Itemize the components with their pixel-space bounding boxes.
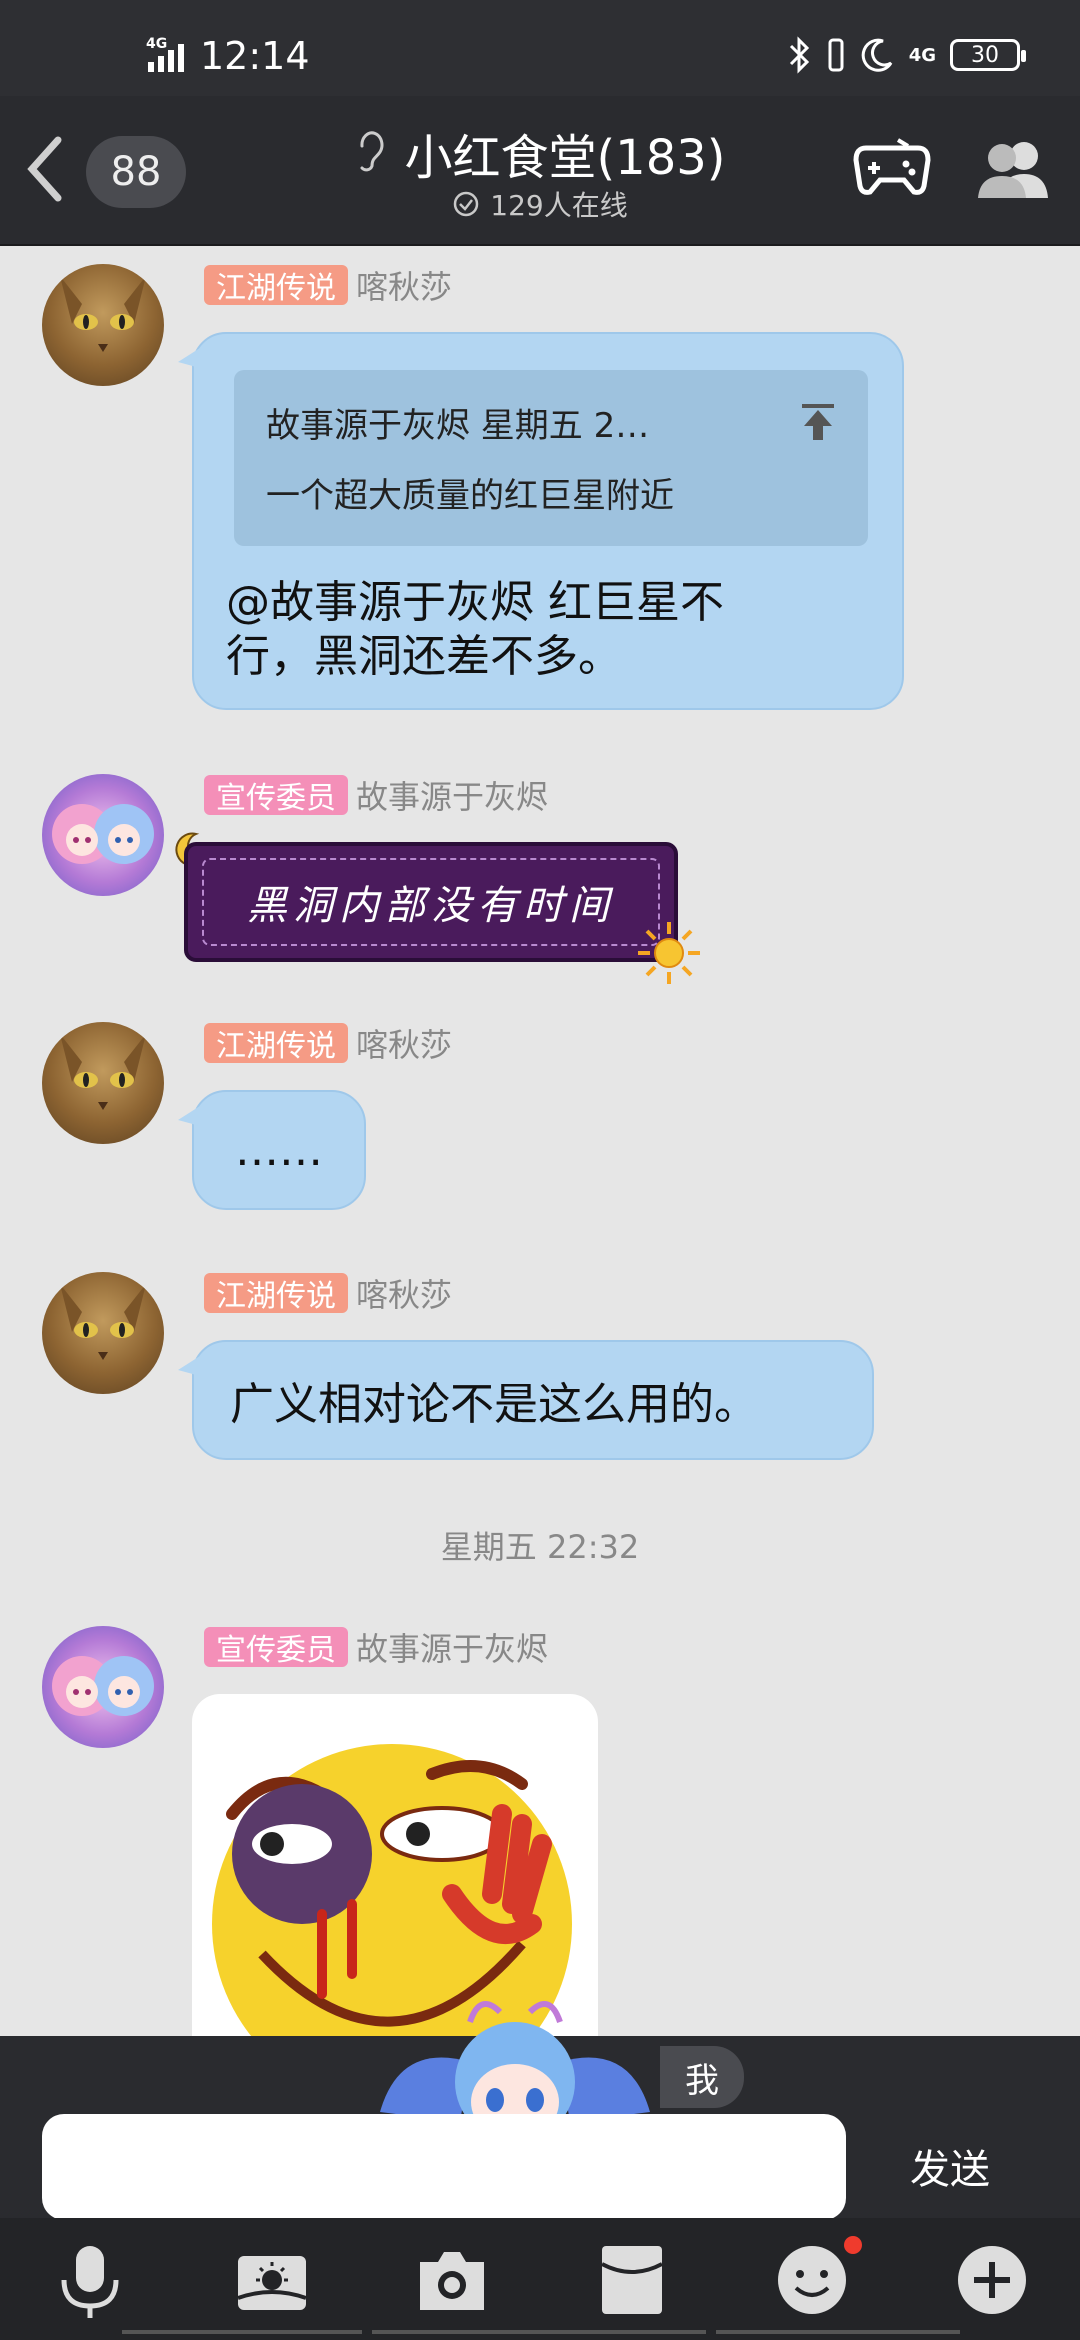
gamepad-icon[interactable]	[852, 134, 932, 200]
message-text: 广义相对论不是这么用的。	[230, 1379, 758, 1430]
input-toolbar	[0, 2218, 1080, 2340]
me-label-text: 我	[685, 2060, 719, 2101]
member-title-tag: 江湖传说	[204, 1023, 348, 1064]
battery-icon: 30	[950, 39, 1026, 71]
nav-indicator	[122, 2330, 362, 2334]
plus-icon[interactable]	[952, 2240, 1032, 2320]
me-label: 我	[660, 2046, 744, 2108]
cat-avatar-image	[60, 1034, 146, 1110]
anime-avatar-image	[52, 1656, 154, 1716]
avatar-gushiyuanyuhuijin[interactable]	[42, 1626, 164, 1748]
sender-name[interactable]: 喀秋莎	[356, 262, 452, 308]
message-bubble[interactable]: ……	[178, 1090, 366, 1210]
sender-line: 宣传委员 故事源于灰烬	[204, 1624, 548, 1670]
sender-line: 宣传委员 故事源于灰烬	[204, 772, 548, 818]
cat-avatar-image	[60, 1284, 146, 1360]
message-text: ……	[235, 1124, 323, 1176]
cat-avatar-image	[60, 276, 146, 352]
group-members-icon[interactable]	[974, 136, 1052, 202]
sender-name[interactable]: 故事源于灰烬	[356, 772, 548, 818]
avatar-katyusha[interactable]	[42, 1022, 164, 1144]
reply-text-line-2: 行，黑洞还差不多。	[226, 631, 622, 682]
message-bubble-themed[interactable]: 黑洞内部没有时间	[184, 842, 678, 962]
moon-icon	[861, 38, 892, 72]
sender-name[interactable]: 喀秋莎	[356, 1020, 452, 1066]
sun-decoration-icon	[638, 922, 700, 984]
sender-name[interactable]: 故事源于灰烬	[356, 1624, 548, 1670]
sender-line: 江湖传说 喀秋莎	[204, 1270, 452, 1316]
member-title-tag: 宣传委员	[204, 1627, 348, 1668]
status-time: 12:14	[200, 34, 310, 78]
message-bubble-reply[interactable]: 故事源于灰烬 星期五 2… 一个超大质量的红巨星附近 @故事源于灰烬 红巨星不 …	[178, 332, 904, 710]
anime-avatar-image	[52, 804, 154, 864]
sender-line: 江湖传说 喀秋莎	[204, 262, 452, 308]
signal-icon: 4G	[146, 36, 190, 76]
message-bubble[interactable]: 广义相对论不是这么用的。	[178, 1340, 874, 1460]
reply-text: @故事源于灰烬 红巨星不 行，黑洞还差不多。	[226, 576, 724, 684]
image-icon[interactable]	[232, 2240, 312, 2320]
group-title: 小红食堂(183)	[404, 130, 726, 186]
ear-icon	[360, 131, 384, 172]
message-timestamp: 星期五 22:32	[440, 1528, 640, 1566]
battery-level: 30	[971, 42, 999, 68]
reply-text-line-1: @故事源于灰烬 红巨星不	[226, 577, 724, 628]
network-type-right: 4G	[908, 44, 936, 66]
avatar-gushiyuanyuhuijin[interactable]	[42, 774, 164, 896]
sender-line: 江湖传说 喀秋莎	[204, 1020, 452, 1066]
emoji-icon[interactable]	[772, 2240, 852, 2320]
notification-dot	[844, 2236, 862, 2254]
microphone-icon[interactable]	[50, 2240, 130, 2320]
status-left: 4G 12:14	[146, 34, 310, 78]
red-packet-icon[interactable]	[592, 2240, 672, 2320]
online-count: 129人在线	[490, 189, 628, 222]
quote-header: 故事源于灰烬 星期五 2…	[266, 406, 650, 446]
chat-header: 88 小红食堂(183) 129人在线	[0, 96, 1080, 246]
member-title-tag: 江湖传说	[204, 1273, 348, 1314]
network-type-label: 4G	[146, 36, 168, 52]
message-list[interactable]: 江湖传说 喀秋莎 故事源于灰烬 星期五 2… 一个超大质量的红巨星附近 @故事源…	[0, 246, 1080, 2036]
status-right: 4G 30	[787, 36, 1026, 74]
input-area: 我 发送	[0, 2001, 1080, 2220]
member-title-tag: 江湖传说	[204, 265, 348, 306]
nav-indicator	[716, 2330, 960, 2334]
check-circle-icon	[454, 191, 479, 217]
bluetooth-icon	[789, 36, 809, 74]
nav-indicator	[372, 2330, 706, 2334]
status-bar: 4G 12:14 4G 30	[0, 0, 1080, 96]
send-button[interactable]: 发送	[890, 2126, 1010, 2206]
camera-icon[interactable]	[412, 2240, 492, 2320]
jump-to-top-icon[interactable]	[798, 402, 838, 442]
sender-name[interactable]: 喀秋莎	[356, 1270, 452, 1316]
quoted-message[interactable]: 故事源于灰烬 星期五 2… 一个超大质量的红巨星附近	[234, 370, 868, 546]
themed-bubble-text: 黑洞内部没有时间	[202, 858, 660, 946]
avatar-katyusha[interactable]	[42, 264, 164, 386]
vibrate-icon	[828, 38, 844, 72]
avatar-katyusha[interactable]	[42, 1272, 164, 1394]
member-title-tag: 宣传委员	[204, 775, 348, 816]
message-input[interactable]	[42, 2114, 846, 2220]
quote-text: 一个超大质量的红巨星附近	[266, 476, 674, 516]
